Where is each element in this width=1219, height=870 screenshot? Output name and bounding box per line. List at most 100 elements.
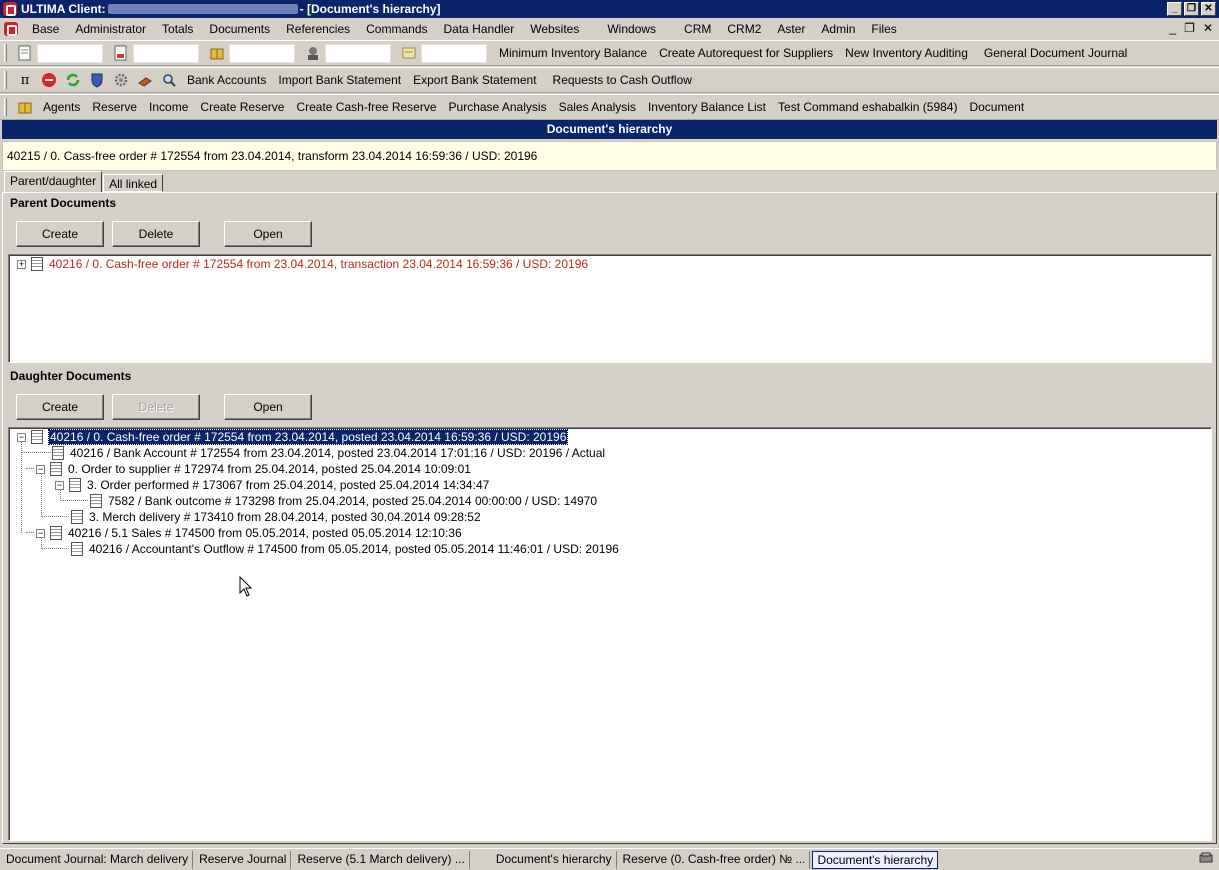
tree-connector: [21, 441, 22, 533]
toolbar-link-document[interactable]: Document: [963, 100, 1030, 114]
toolbar-link-minimum-inventory-balance[interactable]: Minimum Inventory Balance: [493, 46, 653, 60]
tree-node[interactable]: 3. Merch delivery # 173410 from 28.04.20…: [71, 509, 481, 525]
pi-icon[interactable]: π: [16, 71, 34, 89]
toolbar-link-inventory-balance-list[interactable]: Inventory Balance List: [642, 100, 772, 114]
menu-commands[interactable]: Commands: [358, 22, 435, 36]
tree-node[interactable]: − 40216 / 5.1 Sales # 174500 from 05.05.…: [36, 525, 462, 541]
toolbar-grip[interactable]: [4, 71, 7, 89]
tree-node-label[interactable]: 40216 / Accountant's Outflow # 174500 fr…: [89, 542, 619, 556]
toolbar-link-requests-cash-outflow[interactable]: Requests to Cash Outflow: [547, 73, 698, 87]
tree-node-label[interactable]: 40216 / 0. Cash-free order # 172554 from…: [49, 257, 588, 271]
tree-node[interactable]: 7582 / Bank outcome # 173298 from 25.04.…: [90, 493, 597, 509]
scroll-search-input[interactable]: [421, 43, 487, 63]
menu-crm[interactable]: CRM: [676, 22, 719, 36]
tree-node-label[interactable]: 7582 / Bank outcome # 173298 from 25.04.…: [108, 494, 597, 508]
window-tab-documents-hierarchy-active[interactable]: Document's hierarchy: [812, 850, 939, 869]
toolbar-link-create-reserve[interactable]: Create Reserve: [194, 100, 290, 114]
tree-node[interactable]: − 0. Order to supplier # 172974 from 25.…: [36, 461, 471, 477]
toolbar-link-create-autorequest[interactable]: Create Autorequest for Suppliers: [653, 46, 839, 60]
tree-node[interactable]: − 3. Order performed # 173067 from 25.04…: [55, 477, 489, 493]
report-search-input[interactable]: [133, 43, 199, 63]
stop-icon[interactable]: [40, 71, 58, 89]
minimize-button[interactable]: _: [1167, 2, 1182, 16]
daughter-documents-tree[interactable]: − 40216 / 0. Cash-free order # 172554 fr…: [8, 427, 1212, 841]
toolbar-link-reserve[interactable]: Reserve: [86, 100, 143, 114]
toolbar-grip[interactable]: [4, 98, 7, 116]
toolbar-quick-search: Minimum Inventory Balance Create Autoreq…: [0, 40, 1219, 66]
tab-all-linked[interactable]: All linked: [103, 174, 164, 192]
tree-node-label[interactable]: 3. Merch delivery # 173410 from 28.04.20…: [89, 510, 481, 524]
tab-parent-daughter[interactable]: Parent/daughter: [4, 171, 103, 192]
agent-search-input[interactable]: [325, 43, 391, 63]
tree-node-label-selected[interactable]: 40216 / 0. Cash-free order # 172554 from…: [47, 429, 569, 445]
toolbar-link-bank-accounts[interactable]: Bank Accounts: [181, 73, 272, 87]
window-tab-document-journal[interactable]: Document Journal: March delivery: [2, 850, 194, 869]
document-search-input[interactable]: [37, 43, 103, 63]
book-icon[interactable]: [136, 71, 154, 89]
toolbar-link-import-bank-statement[interactable]: Import Bank Statement: [272, 73, 407, 87]
window-tab-reserve-journal[interactable]: Reserve Journal: [195, 850, 292, 869]
tree-node-label[interactable]: 0. Order to supplier # 172974 from 25.04…: [68, 462, 471, 476]
menu-referencies[interactable]: Referencies: [278, 22, 358, 36]
document-icon: [90, 494, 102, 508]
menu-administrator[interactable]: Administrator: [67, 22, 154, 36]
toolbar-link-export-bank-statement[interactable]: Export Bank Statement: [407, 73, 542, 87]
daughter-create-button[interactable]: Create: [16, 394, 104, 420]
window-tab-documents-hierarchy-1[interactable]: Document's hierarchy: [492, 850, 617, 869]
daughter-documents-title: Daughter Documents: [10, 369, 132, 383]
parent-open-button[interactable]: Open: [224, 221, 312, 247]
tree-node-label[interactable]: 3. Order performed # 173067 from 25.04.2…: [87, 478, 489, 492]
mdi-app-icon[interactable]: [4, 21, 18, 36]
parent-documents-tree[interactable]: + 40216 / 0. Cash-free order # 172554 fr…: [8, 254, 1212, 363]
menu-websites[interactable]: Websites: [522, 22, 587, 36]
tree-node-label[interactable]: 40216 / 5.1 Sales # 174500 from 05.05.20…: [68, 526, 462, 540]
mdi-close-button[interactable]: ✕: [1203, 21, 1213, 35]
tree-node[interactable]: 40216 / Accountant's Outflow # 174500 fr…: [71, 541, 619, 557]
parent-delete-button[interactable]: Delete: [112, 221, 200, 247]
document-icon: [31, 430, 43, 444]
refresh-icon[interactable]: [64, 71, 82, 89]
window-tab-reserve-march-delivery[interactable]: Reserve (5.1 March delivery) ...: [293, 850, 470, 869]
tree-node[interactable]: − 40216 / 0. Cash-free order # 172554 fr…: [17, 429, 569, 445]
magnifier-icon[interactable]: [160, 71, 178, 89]
tree-node[interactable]: 40216 / Bank Account # 172554 from 23.04…: [52, 445, 605, 461]
toolbar-link-test-command[interactable]: Test Command eshabalkin (5984): [772, 100, 963, 114]
mdi-minimize-button[interactable]: _: [1169, 21, 1176, 35]
menu-aster[interactable]: Aster: [769, 22, 813, 36]
toolbar-grip[interactable]: [4, 44, 7, 62]
toolbar-link-general-document-journal[interactable]: General Document Journal: [978, 46, 1133, 60]
toolbar-link-agents[interactable]: Agents: [37, 100, 86, 114]
toolbar-link-new-inventory-auditing[interactable]: New Inventory Auditing: [839, 46, 974, 60]
tree-node[interactable]: + 40216 / 0. Cash-free order # 172554 fr…: [17, 256, 588, 272]
menu-base[interactable]: Base: [24, 22, 67, 36]
toolbar-link-purchase-analysis[interactable]: Purchase Analysis: [443, 100, 553, 114]
toolbar-link-create-cash-free-reserve[interactable]: Create Cash-free Reserve: [290, 100, 442, 114]
shield-icon[interactable]: [88, 71, 106, 89]
menu-data-handler[interactable]: Data Handler: [436, 22, 523, 36]
collapse-icon[interactable]: −: [55, 480, 64, 490]
scroll-icon: [400, 44, 418, 62]
report-icon: [112, 44, 130, 62]
menu-admin[interactable]: Admin: [813, 22, 863, 36]
gear-icon[interactable]: [112, 71, 130, 89]
package-icon: [16, 98, 34, 116]
collapse-icon[interactable]: −: [17, 432, 26, 442]
menu-totals[interactable]: Totals: [154, 22, 201, 36]
restore-button[interactable]: ❐: [1184, 2, 1199, 16]
collapse-icon[interactable]: −: [36, 464, 45, 474]
tree-node-label[interactable]: 40216 / Bank Account # 172554 from 23.04…: [70, 446, 605, 460]
toolbar-link-sales-analysis[interactable]: Sales Analysis: [553, 100, 642, 114]
menu-documents[interactable]: Documents: [201, 22, 278, 36]
menu-files[interactable]: Files: [863, 22, 904, 36]
toolbar-link-income[interactable]: Income: [143, 100, 194, 114]
goods-search-input[interactable]: [229, 43, 295, 63]
window-tab-reserve-cash-free-order[interactable]: Reserve (0. Cash-free order) № ...: [619, 850, 811, 869]
close-button[interactable]: ✕: [1201, 2, 1216, 16]
menu-windows[interactable]: Windows: [599, 22, 664, 36]
collapse-icon[interactable]: −: [36, 528, 45, 538]
mdi-restore-button[interactable]: ❐: [1184, 21, 1195, 35]
menu-crm2[interactable]: CRM2: [719, 22, 769, 36]
daughter-open-button[interactable]: Open: [224, 394, 312, 420]
parent-create-button[interactable]: Create: [16, 221, 104, 247]
expand-icon[interactable]: +: [17, 259, 26, 269]
